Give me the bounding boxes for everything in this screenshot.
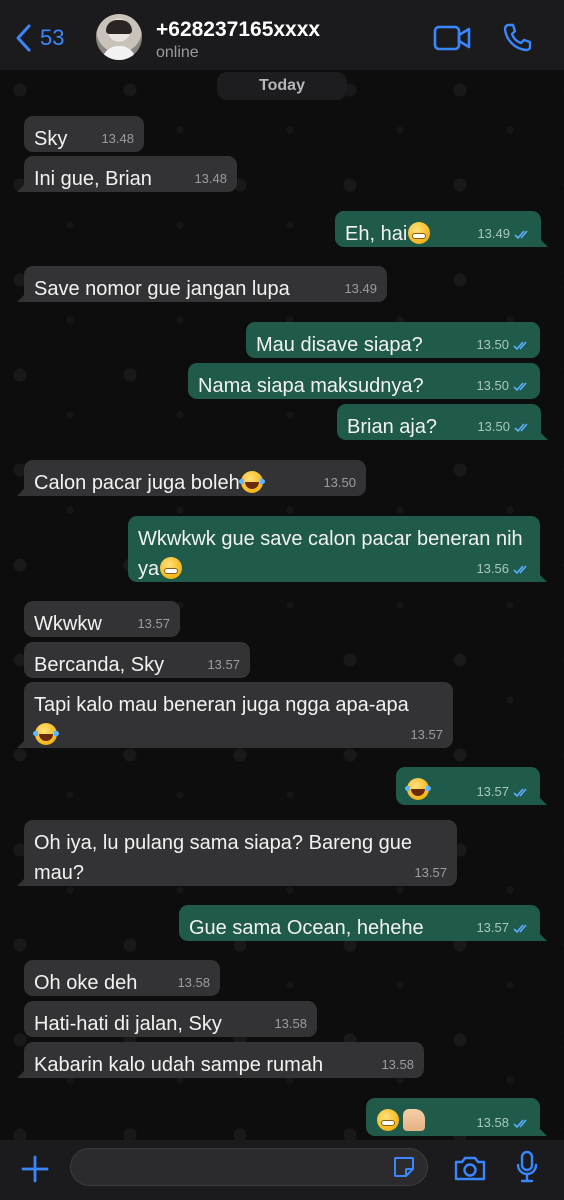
- message-text: Oh iya, lu pulang sama siapa? Bareng gue…: [34, 832, 413, 884]
- read-ticks-icon: [513, 381, 527, 391]
- message-incoming[interactable]: Ini gue, Brian 13.48: [24, 156, 237, 192]
- message-incoming[interactable]: Wkwkw 13.57: [24, 601, 180, 637]
- message-incoming[interactable]: Hati-hati di jalan, Sky 13.58: [24, 1001, 317, 1037]
- message-text: Brian aja?: [347, 416, 438, 438]
- message-outgoing[interactable]: Gue sama Ocean, hehehe 13.57: [179, 905, 540, 941]
- read-ticks-icon: [513, 564, 527, 574]
- read-ticks-icon: [513, 787, 527, 797]
- read-ticks-icon: [513, 923, 527, 933]
- message-input[interactable]: [70, 1148, 428, 1186]
- message-time: 13.57: [137, 616, 170, 631]
- chat-header: 53 +628237165xxxx online: [0, 0, 564, 70]
- message-time: 13.57: [476, 920, 509, 935]
- message-incoming[interactable]: Sky 13.48: [24, 116, 144, 152]
- message-time: 13.57: [414, 865, 447, 880]
- microphone-icon[interactable]: [515, 1150, 539, 1184]
- message-text: Tapi kalo mau beneran juga ngga apa-apa: [34, 694, 409, 716]
- tears-of-joy-emoji-icon: [405, 778, 431, 800]
- chevron-left-icon: [16, 24, 31, 52]
- message-time: 13.50: [323, 475, 356, 490]
- message-text: Sky: [34, 128, 68, 150]
- message-text: Oh oke deh: [34, 972, 138, 994]
- message-incoming[interactable]: Kabarin kalo udah sampe rumah 13.58: [24, 1042, 424, 1078]
- contact-avatar[interactable]: [96, 14, 142, 60]
- message-incoming[interactable]: Oh oke deh 13.58: [24, 960, 220, 996]
- read-ticks-icon: [513, 340, 527, 350]
- read-ticks-icon: [514, 422, 528, 432]
- message-incoming[interactable]: Bercanda, Sky 13.57: [24, 642, 250, 678]
- message-incoming[interactable]: Save nomor gue jangan lupa 13.49: [24, 266, 387, 302]
- message-incoming[interactable]: Calon pacar juga boleh 13.50: [24, 460, 366, 496]
- contact-status: online: [156, 44, 199, 61]
- plus-icon[interactable]: [20, 1154, 50, 1184]
- video-call-icon[interactable]: [433, 24, 471, 52]
- message-incoming[interactable]: Tapi kalo mau beneran juga ngga apa-apa …: [24, 682, 453, 748]
- message-text: Gue sama Ocean, hehehe: [189, 917, 424, 939]
- message-text: Eh, hai: [345, 223, 408, 245]
- message-time: 13.57: [207, 657, 240, 672]
- read-ticks-icon: [514, 229, 528, 239]
- message-outgoing[interactable]: Nama siapa maksudnya? 13.50: [188, 363, 540, 399]
- camera-icon[interactable]: [453, 1154, 487, 1182]
- message-text: Mau disave siapa?: [256, 334, 423, 356]
- grimacing-emoji-icon: [377, 1109, 399, 1131]
- chat-area[interactable]: Today Sky 13.48 Ini gue, Brian 13.48 Eh,…: [0, 70, 564, 1140]
- message-time: 13.49: [344, 281, 377, 296]
- message-time: 13.48: [101, 131, 134, 146]
- contact-name[interactable]: +628237165xxxx: [156, 18, 320, 42]
- thumbs-up-emoji-icon: [403, 1109, 425, 1131]
- message-time: 13.56: [476, 561, 509, 576]
- message-outgoing[interactable]: Brian aja? 13.50: [337, 404, 541, 440]
- message-time: 13.50: [476, 337, 509, 352]
- message-time: 13.57: [410, 727, 443, 742]
- message-outgoing[interactable]: Mau disave siapa? 13.50: [246, 322, 540, 358]
- message-time: 13.58: [274, 1016, 307, 1031]
- message-text: Nama siapa maksudnya?: [198, 375, 424, 397]
- unread-count: 53: [40, 25, 65, 50]
- message-text: Hati-hati di jalan, Sky: [34, 1013, 222, 1035]
- message-outgoing[interactable]: Eh, hai 13.49: [335, 211, 541, 247]
- message-time: 13.50: [477, 419, 510, 434]
- message-time: 13.57: [476, 784, 509, 799]
- message-text: Bercanda, Sky: [34, 654, 165, 676]
- message-text: Wkwkw: [34, 613, 102, 635]
- message-text: Save nomor gue jangan lupa: [34, 278, 290, 300]
- message-time: 13.50: [476, 378, 509, 393]
- message-time: 13.58: [177, 975, 210, 990]
- message-time: 13.58: [476, 1115, 509, 1130]
- phone-icon[interactable]: [502, 22, 532, 52]
- message-time: 13.48: [194, 171, 227, 186]
- message-text: Ini gue, Brian: [34, 168, 152, 190]
- date-separator: Today: [217, 72, 347, 100]
- tears-of-joy-emoji-icon: [33, 723, 59, 745]
- back-button[interactable]: 53: [14, 20, 64, 56]
- message-time: 13.58: [381, 1057, 414, 1072]
- read-ticks-icon: [513, 1118, 527, 1128]
- message-outgoing[interactable]: 13.57: [396, 767, 540, 805]
- message-composer: [0, 1140, 564, 1200]
- tears-of-joy-emoji-icon: [238, 471, 265, 493]
- message-time: 13.49: [477, 226, 510, 241]
- grimacing-emoji-icon: [408, 222, 431, 244]
- message-incoming[interactable]: Oh iya, lu pulang sama siapa? Bareng gue…: [24, 820, 457, 886]
- message-text: Wkwkwk gue save calon pacar beneran nih …: [138, 528, 523, 580]
- message-outgoing[interactable]: Wkwkwk gue save calon pacar beneran nih …: [128, 516, 540, 582]
- sticker-icon[interactable]: [392, 1155, 416, 1179]
- message-outgoing[interactable]: 13.58: [366, 1098, 540, 1136]
- grimacing-emoji-icon: [160, 557, 183, 579]
- message-text: Calon pacar juga boleh: [34, 472, 240, 494]
- message-text: Kabarin kalo udah sampe rumah: [34, 1054, 324, 1076]
